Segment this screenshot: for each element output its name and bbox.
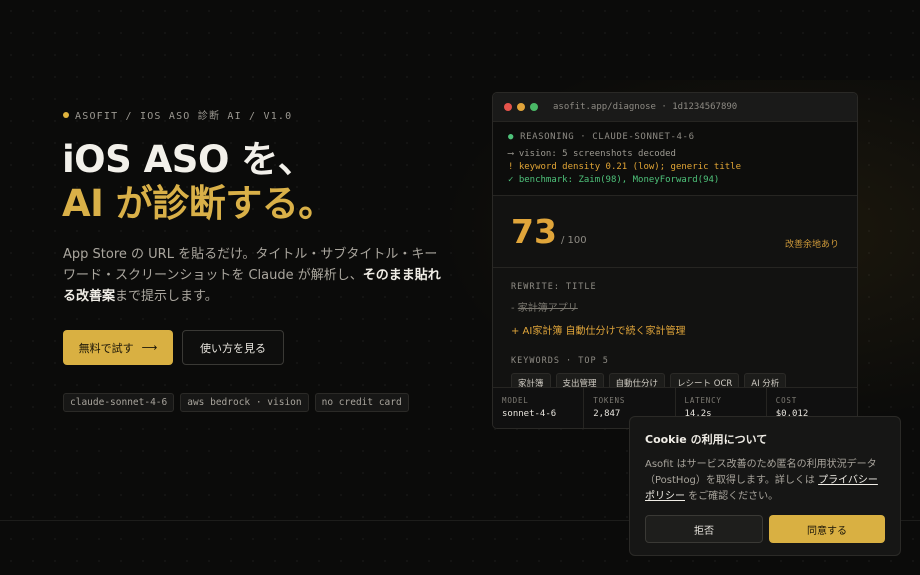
diagnose-preview-card: asofit.app/diagnose · 1d1234567890 ● REA… [492, 92, 858, 429]
chip-no-credit-card: no credit card [314, 393, 409, 412]
window-close-icon [504, 103, 512, 111]
old-title: - 家計簿アプリ [511, 299, 839, 314]
reasoning-bullet-icon: ● [508, 132, 515, 142]
window-url: asofit.app/diagnose · 1d1234567890 [553, 102, 738, 112]
stat-label: LATENCY [684, 396, 722, 405]
tech-chips: claude-sonnet-4-6 aws bedrock · vision n… [63, 393, 409, 412]
new-title: + AI家計簿 自動仕分けで続く家計管理 [511, 326, 686, 337]
rewrite-label: REWRITE: TITLE [511, 282, 597, 292]
reasoning-header: ● REASONING · CLAUDE-SONNET-4-6 [508, 131, 842, 144]
rewrite-section: REWRITE: TITLE - 家計簿アプリ + AI家計簿 自動仕分けで続く… [493, 282, 857, 393]
how-to-use-button[interactable]: 使い方を見る [182, 330, 284, 365]
window-minimize-icon [517, 103, 525, 111]
cookie-body-text-end: をご確認ください。 [685, 491, 779, 502]
score-section: 73/ 100 改善余地あり [493, 196, 857, 268]
reject-cookies-button[interactable]: 拒否 [645, 515, 763, 543]
arrow-right-icon: ⟶ [141, 341, 158, 354]
eyebrow-text: ASOFIT / IOS ASO 診断 AI / V1.0 [75, 111, 293, 122]
status-dot-icon [63, 111, 69, 118]
hero-eyebrow: ASOFIT / IOS ASO 診断 AI / V1.0 [63, 107, 292, 122]
log-line-warning: ! keyword density 0.21 (low); generic ti… [508, 162, 741, 172]
stat-model: MODEL sonnet-4-6 [493, 388, 585, 428]
old-title-text: 家計簿アプリ [517, 303, 578, 314]
desc-bold2: 改善案 [76, 289, 116, 304]
cookie-body: Asofit はサービス改善のため匿名の利用状況データ（PostHog）を取得し… [645, 457, 885, 505]
accept-cookies-button[interactable]: 同意する [769, 515, 885, 543]
log-line-benchmark: ✓ benchmark: Zaim(98), MoneyForward(94) [508, 175, 720, 185]
try-free-button[interactable]: 無料で試す ⟶ [63, 330, 173, 365]
cookie-title: Cookie の利用について [645, 433, 768, 446]
chip-model: claude-sonnet-4-6 [63, 393, 175, 412]
hero-title-line1: iOS ASO を、 [62, 138, 315, 181]
old-title-prefix: - [511, 303, 518, 314]
log-line-vision: ⟶ vision: 5 screenshots decoded [508, 149, 676, 159]
try-free-label: 無料で試す [78, 341, 134, 355]
keywords-label: KEYWORDS · TOP 5 [511, 356, 609, 366]
desc-part2: まで提示します。 [115, 289, 218, 304]
chip-bedrock: aws bedrock · vision [180, 393, 309, 412]
how-to-use-label: 使い方を見る [200, 341, 266, 355]
stat-label: COST [775, 396, 798, 405]
score-max: / 100 [560, 235, 587, 246]
stat-label: TOKENS [593, 396, 626, 405]
hero-title: iOS ASO を、 AI が診断する。 [62, 138, 335, 226]
cookie-buttons: 拒否 同意する [645, 515, 885, 543]
window-maximize-icon [530, 103, 538, 111]
stat-value: sonnet-4-6 [502, 409, 557, 419]
reasoning-label: REASONING · CLAUDE-SONNET-4-6 [520, 132, 695, 142]
score-note: 改善余地あり [784, 240, 839, 250]
stat-label: MODEL [502, 396, 529, 405]
hero-description: App Store の URL を貼るだけ。タイトル・サブタイトル・キーワード・… [63, 244, 448, 307]
aso-score: 73 [511, 212, 557, 251]
reasoning-log: ● REASONING · CLAUDE-SONNET-4-6 ⟶ vision… [493, 122, 857, 196]
window-titlebar: asofit.app/diagnose · 1d1234567890 [493, 93, 857, 122]
cookie-consent-banner: Cookie の利用について Asofit はサービス改善のため匿名の利用状況デ… [629, 416, 901, 556]
hero-title-line2: AI が診断する。 [62, 182, 335, 225]
